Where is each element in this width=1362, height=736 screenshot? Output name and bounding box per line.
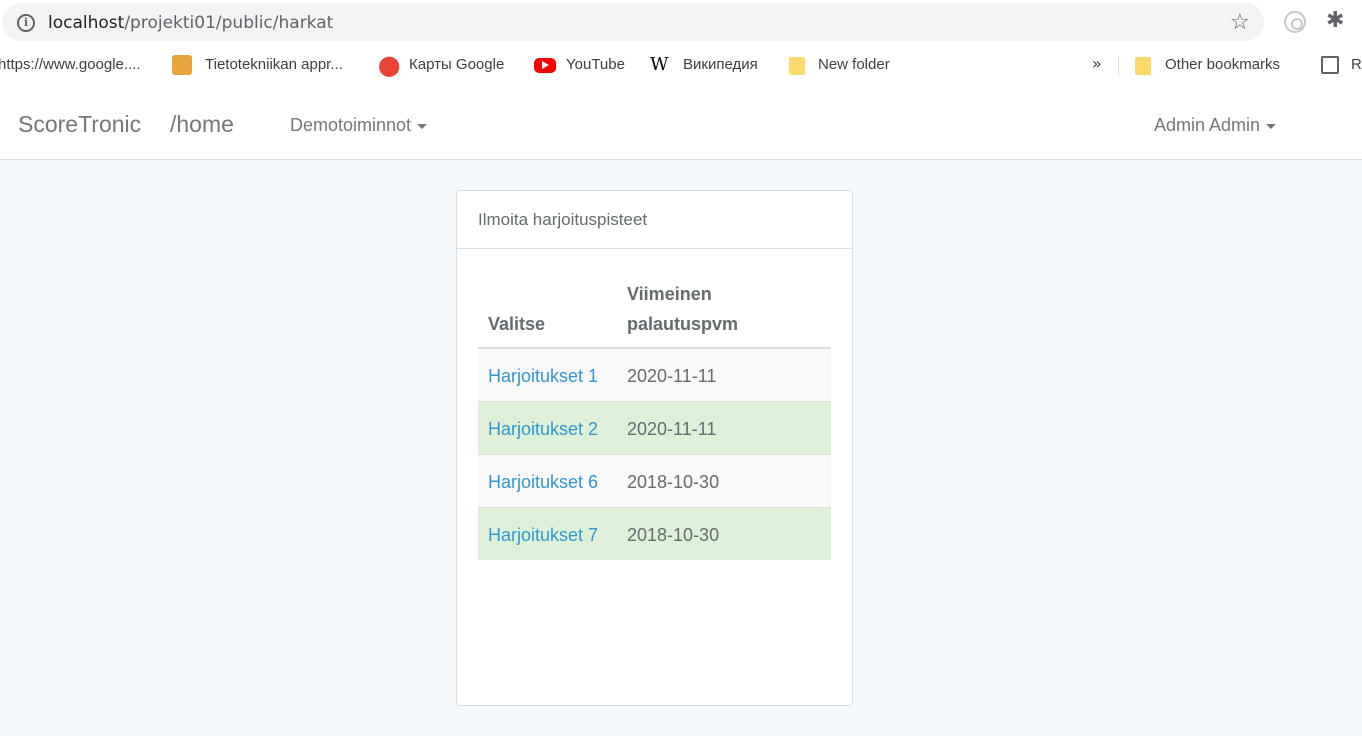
exercise-link[interactable]: Harjoitukset 6 <box>488 472 598 492</box>
table-header-row: Valitse Viimeinen palautuspvm <box>478 271 831 349</box>
column-header-valitse: Valitse <box>478 271 617 349</box>
bookmarks-bar: https://www.google.... Tietotekniikan ap… <box>0 44 1362 88</box>
bookmark-google-url[interactable]: https://www.google.... <box>0 56 141 73</box>
wikipedia-icon: W <box>650 54 669 75</box>
caret-down-icon <box>417 123 428 129</box>
url-path: /projekti01/public/harkat <box>124 13 334 33</box>
exercise-cell: Harjoitukset 2 <box>478 401 617 455</box>
exercise-link[interactable]: Harjoitukset 2 <box>488 419 598 439</box>
other-bookmarks-folder-icon <box>1135 57 1151 75</box>
folder-icon <box>789 57 805 75</box>
panel-body: Valitse Viimeinen palautuspvm Harjoituks… <box>457 249 852 582</box>
deadline-cell: 2020-11-11 <box>617 347 831 402</box>
url-text[interactable]: localhost/projekti01/public/harkat <box>48 13 333 33</box>
google-maps-icon: ⬤ <box>378 53 401 77</box>
deadline-cell: 2018-10-30 <box>617 507 831 560</box>
exercise-cell: Harjoitukset 6 <box>478 454 617 508</box>
reading-list-label[interactable]: R <box>1351 56 1362 73</box>
other-bookmarks[interactable]: Other bookmarks <box>1165 56 1280 73</box>
panel-heading: Ilmoita harjoituspisteet <box>457 191 852 249</box>
app-navbar: ScoreTronic /home Demotoiminnot Admin Ad… <box>0 88 1362 160</box>
browser-toolbar: i localhost/projekti01/public/harkat ☆ ✱ <box>0 0 1362 44</box>
caret-down-icon <box>1266 123 1277 129</box>
user-name: Admin Admin <box>1154 115 1261 135</box>
bookmark-tietotekniikan[interactable]: Tietotekniikan appr... <box>205 56 343 73</box>
bookmarks-overflow-button[interactable]: » <box>1092 54 1102 73</box>
brand-link[interactable]: ScoreTronic <box>18 111 141 138</box>
deadline-cell: 2018-10-30 <box>617 454 831 508</box>
bookmark-maps[interactable]: Карты Google <box>409 56 504 73</box>
url-host: localhost <box>48 13 125 33</box>
youtube-icon <box>534 58 556 73</box>
column-header-deadline: Viimeinen palautuspvm <box>617 271 831 349</box>
exercise-panel: Ilmoita harjoituspisteet Valitse Viimein… <box>456 190 853 706</box>
table-row: Harjoitukset 2 2020-11-11 <box>478 401 831 455</box>
address-bar[interactable]: i localhost/projekti01/public/harkat ☆ <box>2 3 1264 41</box>
extensions-puzzle-icon[interactable]: ✱ <box>1326 8 1344 33</box>
exercise-cell: Harjoitukset 7 <box>478 507 617 560</box>
demotoiminnot-label: Demotoiminnot <box>290 115 412 135</box>
deadline-cell: 2020-11-11 <box>617 401 831 455</box>
table-row: Harjoitukset 7 2018-10-30 <box>478 507 831 560</box>
home-path-link[interactable]: /home <box>170 111 234 138</box>
table-row: Harjoitukset 1 2020-11-11 <box>478 347 831 402</box>
info-icon[interactable]: i <box>17 14 35 32</box>
bookmark-new-folder[interactable]: New folder <box>818 56 890 73</box>
table-row: Harjoitukset 6 2018-10-30 <box>478 454 831 508</box>
exercise-table: Valitse Viimeinen palautuspvm Harjoituks… <box>478 271 831 560</box>
exercise-cell: Harjoitukset 1 <box>478 347 617 402</box>
extension-icon[interactable] <box>1284 11 1306 33</box>
reading-list-icon[interactable] <box>1321 56 1339 74</box>
tieto-favicon-icon <box>172 55 192 75</box>
demotoiminnot-dropdown[interactable]: Demotoiminnot <box>290 115 428 136</box>
user-dropdown[interactable]: Admin Admin <box>1154 115 1277 136</box>
bookmark-youtube[interactable]: YouTube <box>566 56 625 73</box>
bookmarks-divider <box>1118 56 1119 76</box>
bookmark-star-icon[interactable]: ☆ <box>1230 10 1250 35</box>
exercise-link[interactable]: Harjoitukset 1 <box>488 366 598 386</box>
exercise-link[interactable]: Harjoitukset 7 <box>488 525 598 545</box>
bookmark-wikipedia[interactable]: Википедия <box>683 56 758 73</box>
